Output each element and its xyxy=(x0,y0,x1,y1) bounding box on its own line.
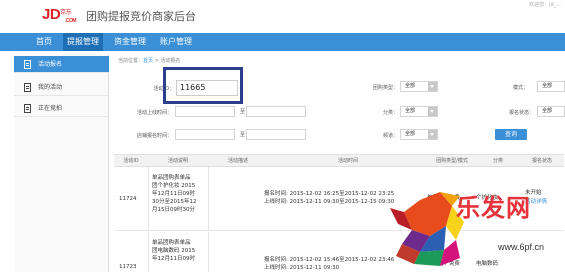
top-header: JD京东 .COM 团购提报竞价商家后台 欢迎您：jd_... xyxy=(0,0,565,31)
activity-id-input[interactable]: 11665 xyxy=(176,80,238,96)
document-icon xyxy=(24,60,31,69)
signup-time-to: 至 xyxy=(239,132,245,138)
mode-value: 全部 xyxy=(542,83,553,89)
desc-line: 30分至2015年12 xyxy=(152,199,197,205)
online-time-to: 至 xyxy=(239,109,245,115)
desc-line: 团电脑数码 2015 xyxy=(152,248,196,254)
activity-time-cell: 报名时间: 2015-12-02 16:25至2015-12-02 23:25 … xyxy=(264,190,394,206)
logo-text: JD xyxy=(42,6,61,23)
desc-line: 单品团购表单品 xyxy=(152,240,191,246)
online-time-line: 上线时间: 2015-12-11 09:30至2015-12-15 09:30 xyxy=(264,199,395,205)
nav-account-management[interactable]: 账户管理 xyxy=(156,33,196,51)
activity-id-cell: 11723 xyxy=(119,264,137,270)
document-icon xyxy=(24,104,31,113)
category-label: 分类： xyxy=(382,110,398,116)
sidebar-item-label: 正在竞拍 xyxy=(38,105,63,112)
mode-select[interactable]: 全部 xyxy=(537,81,565,92)
chevron-down-icon xyxy=(428,130,437,139)
signup-time-label: 店铺报名时间： xyxy=(136,133,172,139)
main-nav: 首页 提报管理 资金管理 账户管理 xyxy=(0,33,565,51)
signup-status-select[interactable]: 全部 xyxy=(537,106,565,117)
signup-time-line: 报名时间: 2015-12-02 15:46至2015-12-02 23:46 xyxy=(264,257,395,263)
signup-status-value: 全部 xyxy=(542,108,553,114)
signup-time-line: 报名时间: 2015-12-02 16:25至2015-12-02 23:25 xyxy=(264,191,395,197)
desc-line: 年12月11日09时 xyxy=(152,256,195,262)
nav-funds-management[interactable]: 资金管理 xyxy=(110,33,150,51)
online-time-start-input[interactable] xyxy=(175,106,235,117)
online-time-line: 上线时间: 2015-12-11 09:30 xyxy=(264,265,340,271)
group-type-label: 团购类型： xyxy=(372,85,398,91)
column-divider xyxy=(148,232,149,272)
category-value: 全部 xyxy=(405,108,416,114)
column-header-detail: 活动描述 xyxy=(227,158,248,164)
column-divider xyxy=(148,167,149,231)
nav-home[interactable]: 首页 xyxy=(28,33,60,51)
signup-time-end-input[interactable] xyxy=(246,129,306,140)
column-divider xyxy=(208,232,209,272)
nav-submission-management[interactable]: 提报管理 xyxy=(63,33,103,51)
user-info: 欢迎您：jd_... xyxy=(529,2,561,8)
breadcrumb: 当前位置：首页 > 活动报名 xyxy=(118,57,180,64)
document-icon xyxy=(24,83,31,92)
group-type-value: 全部 xyxy=(405,83,416,89)
signup-status-label: 报名状态： xyxy=(508,110,534,116)
category-select[interactable]: 全部 xyxy=(400,106,438,117)
app-title: 团购提报竞价商家后台 xyxy=(86,10,196,23)
sidebar-item-label: 我的活动 xyxy=(38,84,63,91)
activity-desc-cell: 单品团购表单品 团个护化妆 2015 年12月11日09时 30分至2015年1… xyxy=(152,174,197,214)
channel-select[interactable]: 全部 xyxy=(400,129,438,140)
breadcrumb-home-link[interactable]: 首页 xyxy=(143,58,153,64)
sidebar-item-label: 活动报名 xyxy=(38,61,63,68)
chevron-down-icon xyxy=(428,82,437,91)
column-header-category: 分类 xyxy=(492,158,503,164)
desc-line: 年12月11日09时 xyxy=(152,191,195,197)
column-header-status: 报名状态 xyxy=(531,158,552,164)
activity-desc-cell: 单品团购表单品 团电脑数码 2015 年12月11日09时 xyxy=(152,239,195,263)
column-header-id: 活动ID xyxy=(123,158,139,164)
sidebar: 活动报名 我的活动 正在竞拍 xyxy=(14,54,109,272)
chevron-down-icon xyxy=(428,107,437,116)
channel-label: 频道： xyxy=(382,133,398,139)
sidebar-item-activity-signup[interactable]: 活动报名 xyxy=(14,56,109,73)
watermark-url: www.6pf.cn xyxy=(498,242,545,252)
site-watermark: 乐发网 www.6pf.cn xyxy=(380,182,565,272)
column-divider xyxy=(208,167,209,231)
jd-logo[interactable]: JD京东 .COM xyxy=(42,6,77,24)
sidebar-item-my-activities[interactable]: 我的活动 xyxy=(14,79,109,96)
query-button[interactable]: 查询 xyxy=(495,129,527,140)
desc-line: 单品团购表单品 xyxy=(152,175,191,181)
table-header: 活动ID 活动说明 活动描述 活动时间 团购类型/模式 分类 报名状态 xyxy=(114,154,564,167)
column-header-time: 活动时间 xyxy=(337,158,358,164)
sidebar-item-bidding[interactable]: 正在竞拍 xyxy=(14,100,109,117)
logo-cn: 京东 xyxy=(60,10,72,16)
mode-label: 模式： xyxy=(512,85,528,91)
online-time-end-input[interactable] xyxy=(246,106,306,117)
column-header-type: 团购类型/模式 xyxy=(436,158,468,164)
activity-id-cell: 11724 xyxy=(119,196,137,202)
desc-line: 团个护化妆 2015 xyxy=(152,183,196,189)
channel-value: 全部 xyxy=(405,131,416,137)
group-type-select[interactable]: 全部 xyxy=(400,81,438,92)
desc-line: 月15日09时30分 xyxy=(152,207,195,213)
watermark-title: 乐发网 xyxy=(456,193,531,222)
breadcrumb-prefix: 当前位置： xyxy=(118,58,144,64)
activity-time-cell: 报名时间: 2015-12-02 15:46至2015-12-02 23:46 … xyxy=(264,256,394,272)
breadcrumb-current: 活动报名 xyxy=(160,58,181,64)
signup-time-start-input[interactable] xyxy=(175,129,235,140)
logo-com: .COM xyxy=(65,18,77,24)
online-time-label: 活动上线时间： xyxy=(136,110,172,116)
column-header-description: 活动说明 xyxy=(167,158,188,164)
